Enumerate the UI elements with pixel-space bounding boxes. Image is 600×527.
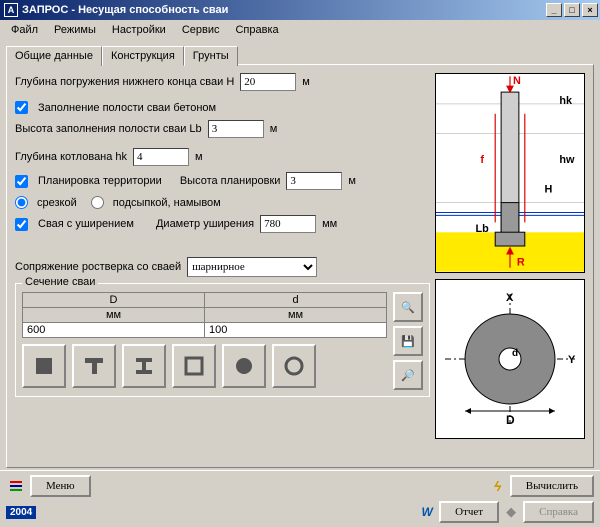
report-icon: W [419, 504, 435, 520]
shape-circle-hollow[interactable] [272, 344, 316, 388]
widening-dia-unit: мм [322, 218, 337, 230]
diagram-Lb: Lb [475, 223, 489, 235]
pile-diagram: N hk f hw H Lb R [435, 73, 585, 273]
pit-group: Глубина котлована hk м Планировка террит… [15, 148, 430, 209]
tab-construction[interactable]: Конструкция [102, 46, 184, 66]
menu-service[interactable]: Сервис [175, 22, 227, 38]
cut-radio[interactable] [15, 196, 28, 209]
fill-height-label: Высота заполнения полости сваи Lb [15, 123, 202, 135]
diagram-hw: hw [559, 154, 575, 166]
cell-d[interactable]: 100 [205, 323, 387, 338]
window-title: ЗАПРОС - Несущая способность сваи [22, 4, 544, 16]
cut-label: срезкой [37, 197, 77, 209]
planning-height-label: Высота планировки [180, 175, 281, 187]
widening-label: Свая с уширением [38, 218, 134, 230]
tab-general[interactable]: Общие данные [6, 46, 102, 66]
fill-label: подсыпкой, намывом [113, 197, 221, 209]
pit-depth-unit: м [195, 151, 203, 163]
menu-settings[interactable]: Настройки [105, 22, 173, 38]
menu-file[interactable]: Файл [4, 22, 45, 38]
fill-concrete-label: Заполнение полости сваи бетоном [38, 102, 216, 114]
cross-section-diagram: X Y d D [435, 279, 585, 439]
menu-help[interactable]: Справка [228, 22, 285, 38]
depth-H-input[interactable] [240, 73, 296, 91]
tab-grounds[interactable]: Грунты [184, 46, 238, 66]
widening-dia-label: Диаметр уширения [156, 218, 254, 230]
report-button[interactable]: Отчет [439, 501, 499, 523]
zoom-out-button[interactable]: 🔎 [393, 360, 423, 390]
shape-rect-hollow[interactable] [172, 344, 216, 388]
save-icon: 💾 [401, 335, 415, 348]
shape-rect-solid[interactable] [22, 344, 66, 388]
bolt-icon: ϟ [490, 478, 506, 494]
fill-radio[interactable] [91, 196, 104, 209]
diagram-N: N [513, 75, 521, 87]
coupling-label: Сопряжение ростверка со сваей [15, 261, 181, 273]
depth-H-unit: м [302, 76, 310, 88]
diagram-f: f [480, 154, 484, 166]
planning-height-unit: м [348, 175, 356, 187]
planning-checkbox[interactable] [15, 175, 28, 188]
planning-height-input[interactable] [286, 172, 342, 190]
pit-depth-input[interactable] [133, 148, 189, 166]
col-d-header: d [205, 293, 387, 308]
shape-tee[interactable] [72, 344, 116, 388]
shape-ibeam[interactable] [122, 344, 166, 388]
fill-height-input[interactable] [208, 120, 264, 138]
bottom-toolbar: Меню ϟ Вычислить [0, 470, 600, 501]
help-icon: ◆ [503, 504, 519, 520]
coupling-select[interactable]: шарнирное [187, 257, 317, 277]
save-view-button[interactable]: 💾 [393, 326, 423, 356]
section-table: D d мм мм 600 100 [22, 292, 387, 338]
menu-icon [6, 478, 26, 494]
widening-checkbox[interactable] [15, 218, 28, 231]
diagram-H: H [545, 184, 553, 196]
zoom-in-icon: 🔍 [401, 301, 415, 314]
col-d-unit: мм [205, 308, 387, 323]
diagram-hk: hk [559, 95, 573, 107]
titlebar: A ЗАПРОС - Несущая способность сваи _ □ … [0, 0, 600, 20]
minimize-button[interactable]: _ [546, 3, 562, 17]
zoom-in-button[interactable]: 🔍 [393, 292, 423, 322]
fill-height-unit: м [270, 123, 278, 135]
section-legend: Сечение сваи [22, 276, 98, 288]
cell-D[interactable]: 600 [23, 323, 205, 338]
cs-D: D [506, 413, 515, 427]
bottom-toolbar-2: 2004 W Отчет ◆ Справка [0, 501, 600, 527]
app-icon: A [4, 3, 18, 17]
col-D-header: D [23, 293, 205, 308]
tabs: Общие данные Конструкция Грунты [6, 46, 594, 66]
calc-button[interactable]: Вычислить [510, 475, 594, 497]
year-badge: 2004 [6, 506, 36, 519]
cs-X: X [506, 292, 514, 304]
shape-circle-solid[interactable] [222, 344, 266, 388]
widening-dia-input[interactable] [260, 215, 316, 233]
tab-panel: Глубина погружения нижнего конца сваи H … [6, 64, 594, 468]
cs-Y: Y [568, 354, 576, 366]
cs-d: d [512, 348, 518, 359]
section-group: Сечение сваи D d мм мм [15, 283, 430, 397]
help-button[interactable]: Справка [523, 501, 594, 523]
close-button[interactable]: × [582, 3, 598, 17]
zoom-out-icon: 🔎 [401, 369, 415, 382]
depth-H-label: Глубина погружения нижнего конца сваи H [15, 76, 234, 88]
maximize-button[interactable]: □ [564, 3, 580, 17]
diagram-R: R [517, 257, 525, 269]
fill-concrete-checkbox[interactable] [15, 101, 28, 114]
menu-button[interactable]: Меню [30, 475, 91, 497]
planning-label: Планировка территории [38, 175, 162, 187]
menubar: Файл Режимы Настройки Сервис Справка [0, 20, 600, 40]
menu-modes[interactable]: Режимы [47, 22, 103, 38]
pit-depth-label: Глубина котлована hk [15, 151, 127, 163]
col-D-unit: мм [23, 308, 205, 323]
